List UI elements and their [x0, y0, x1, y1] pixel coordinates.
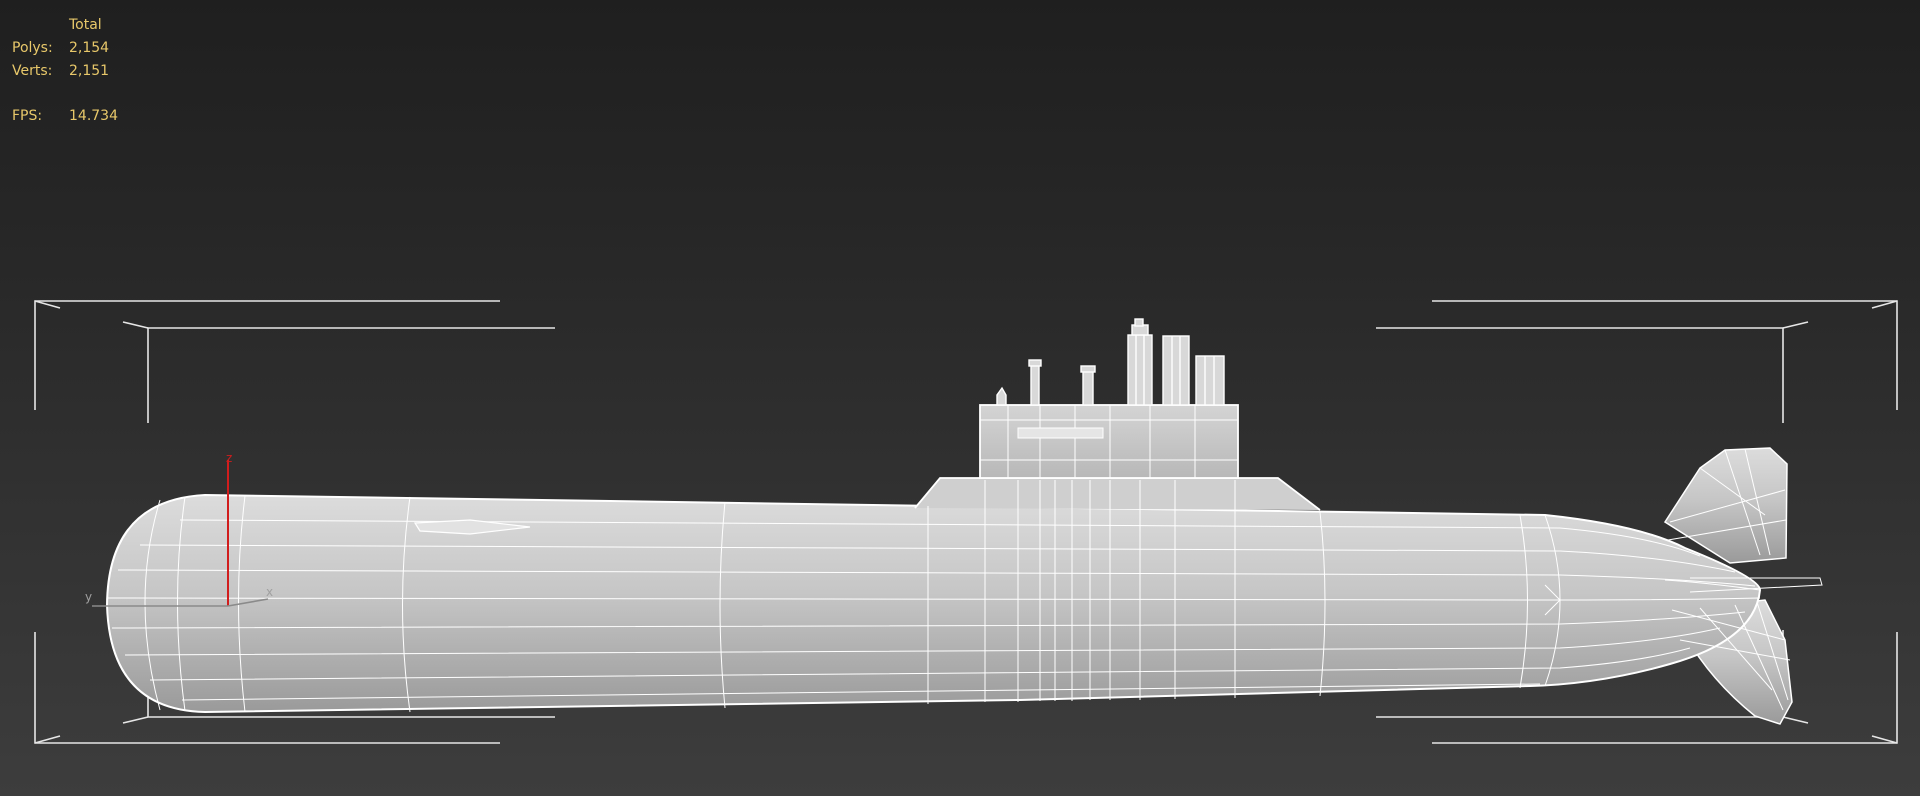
- y-axis-label: y: [85, 590, 92, 604]
- conning-tower: [979, 404, 1239, 479]
- perspective-viewport[interactable]: Total Polys: 2,154 Verts: 2,151 FPS: 14.…: [0, 0, 1920, 796]
- z-axis-label: z: [226, 451, 232, 465]
- x-axis-label: x: [266, 585, 273, 599]
- upper-tail-fin: [1663, 447, 1788, 564]
- submarine-model[interactable]: [105, 318, 1823, 725]
- scene-canvas: z x y: [34, 300, 1898, 744]
- deck-hump: [914, 477, 1321, 511]
- periscope-masts: [996, 318, 1225, 406]
